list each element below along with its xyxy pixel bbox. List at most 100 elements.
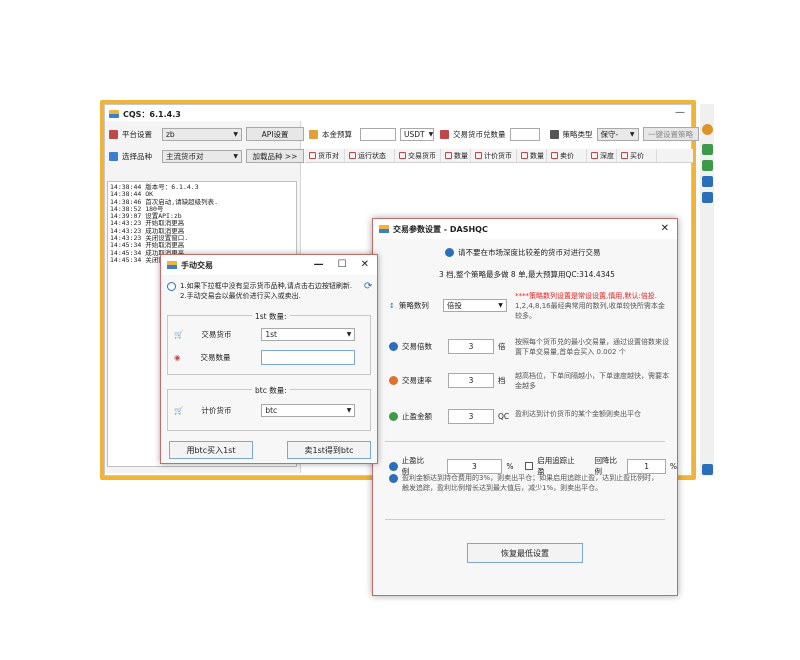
quote-currency-group: btc 数量: 🛒 计价货币 btc ▼ — [167, 385, 371, 431]
coins-icon: ◉ — [174, 353, 181, 362]
sell-button[interactable]: 卖1st得到btc — [287, 441, 371, 459]
chevron-down-icon: ▼ — [346, 407, 352, 414]
info-icon — [167, 282, 176, 291]
params-title: 交易参数设置 - DASHQC — [393, 224, 488, 234]
minimize-icon[interactable]: — — [675, 107, 685, 118]
column-icon — [551, 152, 558, 159]
seq-select-value: 倍投 — [446, 301, 462, 310]
column-header[interactable]: 数量 — [517, 149, 547, 162]
seq-label: 策略数列 — [398, 301, 429, 310]
pair-select[interactable]: 主流货币对 ▼ — [162, 149, 242, 163]
column-header[interactable]: 卖价 — [547, 149, 587, 162]
column-icon — [591, 152, 598, 159]
amount-input[interactable] — [260, 350, 355, 365]
buy-button[interactable]: 用btc买入1st — [169, 441, 253, 459]
app-title: CQS：6.1.4.3 — [123, 109, 181, 119]
column-header[interactable]: 运行状态 — [345, 149, 395, 162]
search-icon — [389, 342, 398, 351]
mult-input[interactable]: 3 — [448, 339, 494, 354]
speed-label: 交易速率 — [402, 376, 432, 385]
cart-icon: 🛒 — [174, 406, 184, 415]
list-icon[interactable] — [702, 192, 713, 203]
ratio-input[interactable]: 3 — [446, 458, 503, 474]
trade-currency-group: 1st 数量: 🛒 交易货币 1st ▼ ◉ 交易数量 — [167, 311, 371, 375]
trailing-checkbox[interactable] — [525, 462, 534, 470]
manual-info-line2: 2.手动交易会以最优价进行买入或卖出. — [180, 292, 301, 300]
column-header[interactable]: 深度 — [587, 149, 617, 162]
api-settings-button[interactable]: API设置 — [246, 127, 304, 141]
column-label: 运行状态 — [358, 151, 386, 160]
column-label: 货币对 — [318, 151, 339, 160]
expand-icon[interactable] — [702, 464, 713, 475]
column-header[interactable]: 买价 — [617, 149, 657, 162]
info-icon[interactable] — [702, 176, 713, 187]
column-label: 计价货币 — [484, 151, 512, 160]
column-label: 交易货币 — [408, 151, 436, 160]
pair-select-value: 主流货币对 — [166, 151, 204, 161]
notice-icon — [445, 248, 454, 257]
quote-select-value: btc — [265, 406, 278, 415]
currency-select[interactable]: 1st ▼ — [261, 328, 356, 341]
minimize-icon[interactable]: — — [314, 259, 324, 270]
column-label: 深度 — [600, 151, 614, 160]
column-header[interactable]: 交易货币 — [395, 149, 441, 162]
strategy-type-value: 保守- — [600, 129, 619, 139]
speed-icon — [389, 376, 398, 385]
column-label: 卖价 — [560, 151, 574, 160]
stop-desc: 盈利达到计价货币的某个金额则卖出平仓 — [515, 410, 641, 418]
ratio-unit: % — [506, 461, 514, 471]
maximize-icon[interactable]: ☐ — [338, 259, 347, 270]
reset-button[interactable]: 恢复最低设置 — [467, 543, 583, 563]
help-icon[interactable] — [702, 124, 713, 135]
capital-row: 本金预算 USDT ▼ 交易货币兑数量 策略类型 保守- ▼ 一键设置策略 — [309, 127, 699, 141]
params-logo-icon — [379, 225, 389, 233]
seq-select[interactable]: 倍投 ▼ — [442, 299, 507, 312]
capital-unit-select[interactable]: USDT ▼ — [400, 127, 434, 141]
column-icon — [475, 152, 482, 159]
positions-table-header: 货币对 运行状态 交易货币 数量 计价货币 数量 卖价 深度 买价 — [305, 149, 693, 163]
pullback-input[interactable]: 1 — [627, 458, 666, 474]
chart-icon[interactable] — [702, 144, 713, 155]
column-label: 数量 — [530, 151, 544, 160]
report-icon[interactable] — [702, 160, 713, 171]
platform-label: 平台设置 — [122, 129, 152, 139]
stop-label: 止盈金额 — [402, 412, 432, 421]
close-icon[interactable]: ✕ — [661, 223, 669, 234]
load-pairs-button[interactable]: 加载品种 >> — [246, 149, 304, 163]
capital-input[interactable] — [360, 127, 396, 141]
chevron-down-icon: ▼ — [428, 130, 434, 138]
platform-select[interactable]: zb ▼ — [162, 127, 242, 141]
speed-unit: 档 — [498, 376, 506, 385]
count-input[interactable] — [509, 127, 540, 141]
column-header[interactable]: 数量 — [441, 149, 471, 162]
column-header[interactable]: 计价货币 — [471, 149, 517, 162]
column-icon — [445, 152, 452, 159]
column-icon — [521, 152, 528, 159]
params-summary: 3 档,整个策略最多做 8 单,最大预算用QC:314.4345 — [439, 270, 615, 279]
mult-desc: 按照每个货币兑的最小交易量，通过设置倍数来设置下单交易量,首单会买入 0.002… — [515, 338, 669, 356]
params-dialog: 交易参数设置 - DASHQC ✕ 请不要在市场深度比较差的货币对进行交易 3 … — [372, 218, 678, 596]
column-icon — [399, 152, 406, 159]
close-icon[interactable]: ✕ — [361, 259, 369, 270]
group2-label: btc 数量: — [252, 385, 290, 396]
mult-unit: 倍 — [498, 342, 506, 351]
column-header[interactable]: 货币对 — [305, 149, 345, 162]
one-key-strategy-button[interactable]: 一键设置策略 — [642, 127, 699, 141]
pair-icon — [109, 151, 118, 161]
amount-label: 交易数量 — [200, 353, 231, 362]
money-bag-icon — [389, 412, 398, 421]
stop-input[interactable]: 3 — [448, 409, 494, 424]
quote-select[interactable]: btc ▼ — [261, 404, 356, 417]
stop-unit: QC — [498, 412, 510, 421]
capital-unit-value: USDT — [404, 129, 425, 139]
refresh-icon[interactable]: ⟳ — [364, 281, 372, 292]
strategy-type-select[interactable]: 保守- ▼ — [596, 127, 639, 141]
ratio-divider — [385, 441, 665, 442]
params-titlebar: 交易参数设置 - DASHQC ✕ — [373, 219, 677, 239]
manual-trade-dialog: 手动交易 — ☐ ✕ 1.如果下拉框中没有显示货币品种,请点击右边按钮刷新. 2… — [160, 254, 378, 464]
platform-icon — [109, 129, 118, 139]
chevron-down-icon: ▼ — [346, 331, 352, 338]
speed-input[interactable]: 3 — [448, 373, 494, 388]
quote-label: 计价货币 — [201, 406, 232, 415]
percent-icon — [389, 461, 398, 471]
